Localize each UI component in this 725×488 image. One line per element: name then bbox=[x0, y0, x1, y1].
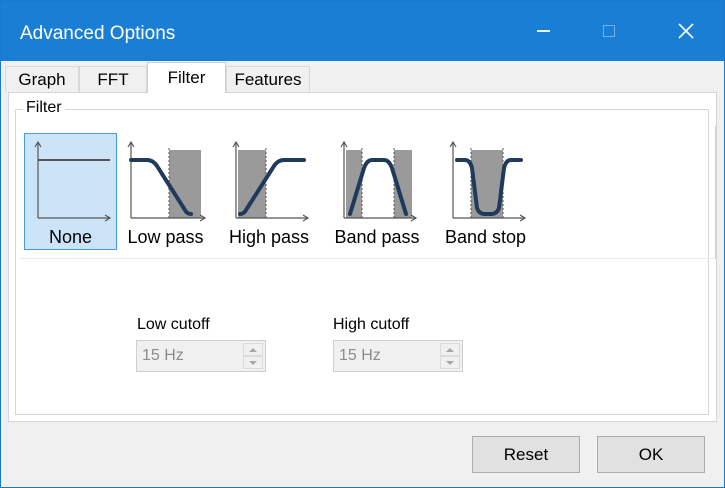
filter-option-none[interactable]: None bbox=[24, 133, 117, 250]
high-cutoff-label: High cutoff bbox=[333, 316, 410, 333]
high-cutoff-spinner[interactable]: 15 Hz bbox=[333, 340, 463, 372]
filter-option-label: High pass bbox=[228, 227, 310, 247]
filter-group-label: Filter bbox=[23, 99, 65, 117]
band-pass-icon bbox=[340, 140, 418, 222]
chevron-down-icon bbox=[446, 360, 454, 365]
tab-fft[interactable]: FFT bbox=[79, 66, 147, 92]
low-pass-icon bbox=[126, 140, 206, 222]
chevron-up-icon bbox=[249, 347, 257, 352]
spin-down-button[interactable] bbox=[243, 356, 263, 369]
window-title: Advanced Options bbox=[20, 23, 176, 44]
close-button[interactable] bbox=[653, 1, 719, 61]
close-icon bbox=[677, 22, 695, 40]
spin-down-button[interactable] bbox=[440, 356, 460, 369]
filter-option-band-pass[interactable]: Band pass bbox=[330, 133, 424, 250]
ok-button[interactable]: OK bbox=[597, 436, 705, 473]
reset-button[interactable]: Reset bbox=[472, 436, 580, 473]
filter-option-label: None bbox=[48, 227, 93, 247]
low-cutoff-label: Low cutoff bbox=[137, 316, 210, 333]
filter-option-low-pass[interactable]: Low pass bbox=[123, 133, 208, 250]
tab-filter[interactable]: Filter bbox=[147, 62, 226, 93]
minimize-icon bbox=[536, 30, 550, 32]
maximize-icon bbox=[603, 25, 615, 37]
spin-up-button[interactable] bbox=[243, 343, 263, 356]
high-pass-icon bbox=[232, 140, 310, 222]
filter-option-label: Low pass bbox=[127, 227, 204, 247]
band-stop-icon bbox=[448, 140, 526, 222]
tab-graph[interactable]: Graph bbox=[5, 66, 79, 92]
tab-features[interactable]: Features bbox=[226, 66, 310, 92]
filter-option-high-pass[interactable]: High pass bbox=[223, 133, 315, 250]
spin-up-button[interactable] bbox=[440, 343, 460, 356]
maximize-button bbox=[576, 1, 642, 61]
filter-option-band-stop[interactable]: Band stop bbox=[438, 133, 533, 250]
title-bar: Advanced Options bbox=[1, 1, 724, 61]
high-cutoff-value: 15 Hz bbox=[339, 347, 381, 364]
low-cutoff-value: 15 Hz bbox=[142, 347, 184, 364]
flat-response-icon bbox=[33, 140, 111, 222]
filter-option-label: Band stop bbox=[444, 227, 527, 247]
minimize-button[interactable] bbox=[510, 1, 576, 61]
chevron-up-icon bbox=[446, 347, 454, 352]
chevron-down-icon bbox=[249, 360, 257, 365]
low-cutoff-spinner[interactable]: 15 Hz bbox=[136, 340, 266, 372]
filter-option-label: Band pass bbox=[334, 227, 420, 247]
